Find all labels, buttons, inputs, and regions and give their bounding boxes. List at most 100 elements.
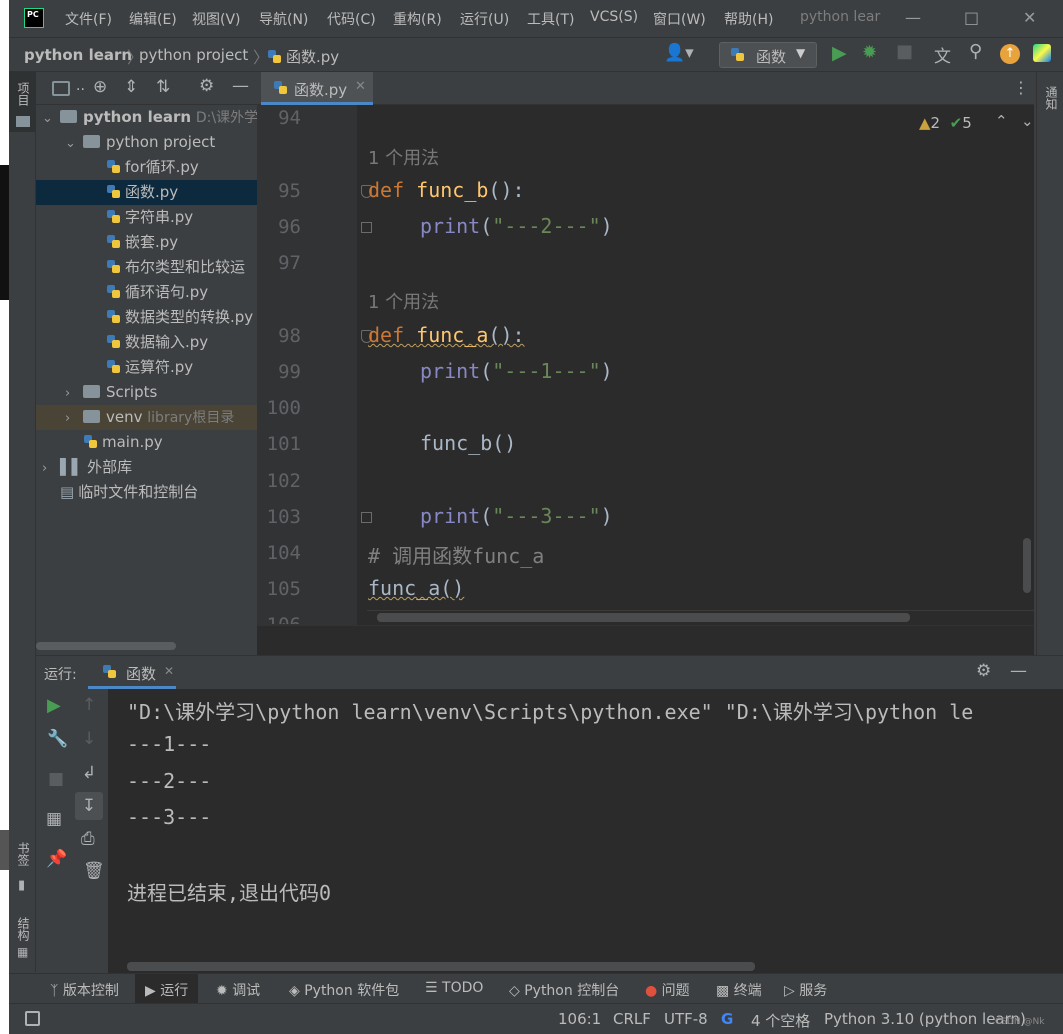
bookmark-icon[interactable]: ▮ (18, 878, 25, 893)
tool-todo[interactable]: ☰ TODO (425, 980, 483, 996)
notifications-tool-label[interactable]: 通知 (1043, 86, 1060, 110)
translate-icon[interactable]: 文 (934, 42, 951, 67)
ide-app-icon[interactable] (1033, 44, 1051, 62)
tool-python-console[interactable]: ◇ Python 控制台 (509, 980, 619, 1000)
project-tool-button[interactable]: 项目 (9, 72, 36, 132)
tree-item[interactable]: › venv library根目录 (36, 405, 257, 430)
chevron-right-icon[interactable]: › (42, 456, 60, 480)
bookmarks-tool-label[interactable]: 书签 (15, 842, 32, 866)
breadcrumb-root[interactable]: python learn (24, 46, 132, 64)
tree-item[interactable]: 布尔类型和比较运 (36, 255, 257, 280)
editor-horizontal-scrollbar[interactable] (377, 613, 910, 622)
search-icon[interactable]: ⚲ (969, 41, 982, 62)
user-icon[interactable]: 👤▾ (664, 43, 694, 63)
menu-edit[interactable]: 编辑(E) (129, 9, 177, 29)
code-line-98[interactable]: def func_a(): (368, 323, 525, 347)
fold-end-icon[interactable] (361, 222, 372, 233)
stop-icon[interactable]: ■ (896, 41, 913, 62)
editor-vertical-scrollbar[interactable] (1023, 538, 1031, 593)
menu-refactor[interactable]: 重构(R) (393, 9, 442, 29)
stop-icon[interactable]: ■ (48, 769, 64, 789)
scroll-down-icon[interactable]: ↓ (82, 729, 96, 749)
tree-item[interactable]: 字符串.py (36, 205, 257, 230)
tree-item[interactable]: 嵌套.py (36, 230, 257, 255)
wrench-icon[interactable]: 🔧 (47, 729, 68, 749)
scroll-up-icon[interactable]: ↑ (82, 695, 96, 715)
chevron-right-icon[interactable]: › (65, 406, 83, 430)
menu-run[interactable]: 运行(U) (460, 9, 509, 29)
tree-item[interactable]: 数据输入.py (36, 330, 257, 355)
tool-debug[interactable]: ✹ 调试 (216, 980, 260, 1000)
locate-icon[interactable]: ⊕ (93, 77, 107, 97)
code-line-95[interactable]: def func_b(): (368, 178, 525, 202)
run-config-selector[interactable]: 函数 ▼ (719, 42, 817, 68)
google-icon[interactable]: G (721, 1010, 733, 1028)
menu-tools[interactable]: 工具(T) (527, 9, 574, 29)
minimize-icon[interactable]: — (905, 8, 921, 27)
menu-help[interactable]: 帮助(H) (724, 9, 773, 29)
usage-hint[interactable]: 1 个用法 (368, 288, 439, 314)
update-icon[interactable]: ↑ (1000, 44, 1020, 64)
structure-icon[interactable]: ▦ (17, 945, 28, 959)
hide-panel-icon[interactable]: — (232, 76, 249, 96)
hide-panel-icon[interactable]: — (1010, 661, 1027, 681)
file-encoding[interactable]: UTF-8 (664, 1010, 708, 1028)
next-highlight-icon[interactable]: ⌄ (1021, 112, 1034, 130)
tree-item[interactable]: for循环.py (36, 155, 257, 180)
tool-version-control[interactable]: ᛉ 版本控制 (50, 980, 119, 1000)
chevron-down-icon[interactable]: ⌄ (42, 106, 60, 130)
tool-windows-icon[interactable] (25, 1011, 40, 1026)
soft-wrap-icon[interactable]: ↲ (82, 763, 96, 783)
menu-file[interactable]: 文件(F) (65, 9, 112, 29)
project-view-label[interactable]: .. (76, 78, 85, 94)
tree-item[interactable]: ▤ 临时文件和控制台 (36, 480, 257, 505)
tool-services[interactable]: ▷ 服务 (784, 980, 827, 1000)
close-tab-icon[interactable]: ✕ (355, 79, 366, 94)
tree-item[interactable]: main.py (36, 430, 257, 455)
caret-position[interactable]: 106:1 (558, 1010, 601, 1028)
indent-setting[interactable]: 4 个空格 (751, 1010, 810, 1031)
menu-code[interactable]: 代码(C) (327, 9, 376, 29)
tool-problems[interactable]: ● 问题 (645, 980, 690, 1000)
scroll-to-end-icon[interactable]: ↧ (75, 792, 103, 820)
more-options-icon[interactable]: ⋮ (1013, 78, 1029, 97)
menu-view[interactable]: 视图(V) (192, 9, 241, 29)
tree-item[interactable]: › Scripts (36, 380, 257, 405)
breadcrumb-folder[interactable]: python project (139, 46, 248, 64)
tree-item[interactable]: 函数.py (36, 180, 257, 205)
gear-icon[interactable]: ⚙ (976, 661, 991, 681)
code-line-105[interactable]: func_a() (368, 576, 464, 600)
tree-horizontal-scrollbar[interactable] (36, 642, 176, 650)
fold-end-icon[interactable] (361, 512, 372, 523)
maximize-icon[interactable]: □ (964, 8, 979, 27)
gear-icon[interactable]: ⚙ (199, 76, 214, 96)
run-tab[interactable]: 函数 ✕ (88, 656, 176, 689)
menu-navigate[interactable]: 导航(N) (259, 9, 308, 29)
pin-icon[interactable]: 📌 (46, 849, 67, 869)
tree-item[interactable]: › ▌▌ 外部库 (36, 455, 257, 480)
breadcrumb-file[interactable]: 函数.py (267, 46, 339, 67)
close-icon[interactable]: ✕ (1023, 8, 1036, 27)
code-line-104-comment[interactable]: # 调用函数func_a (368, 540, 544, 569)
structure-tool-label[interactable]: 结构 (15, 917, 32, 941)
tree-item[interactable]: ⌄ python learn D:\课外学 (36, 105, 257, 130)
chevron-right-icon[interactable]: › (65, 381, 83, 405)
code-line-103[interactable]: print("---3---") (420, 504, 613, 528)
rerun-icon[interactable]: ▶ (47, 695, 61, 716)
menu-vcs[interactable]: VCS(S) (590, 9, 638, 25)
usage-hint[interactable]: 1 个用法 (368, 144, 439, 170)
collapse-all-icon[interactable]: ⇅ (156, 77, 170, 97)
expand-all-icon[interactable]: ⇕ (124, 77, 138, 97)
tree-item[interactable]: 运算符.py (36, 355, 257, 380)
menu-window[interactable]: 窗口(W) (653, 9, 706, 29)
tree-item[interactable]: 数据类型的转换.py (36, 305, 257, 330)
tool-terminal[interactable]: ▩ 终端 (716, 980, 762, 1000)
tool-python-packages[interactable]: ◈ Python 软件包 (289, 980, 399, 1000)
run-icon[interactable]: ▶ (832, 42, 847, 64)
previous-highlight-icon[interactable]: ⌃ (995, 112, 1008, 130)
tree-item[interactable]: ⌄ python project (36, 130, 257, 155)
console-horizontal-scrollbar[interactable] (127, 962, 755, 971)
project-view-icon[interactable] (52, 81, 70, 96)
tree-item[interactable]: 循环语句.py (36, 280, 257, 305)
code-line-96[interactable]: print("---2---") (420, 214, 613, 238)
